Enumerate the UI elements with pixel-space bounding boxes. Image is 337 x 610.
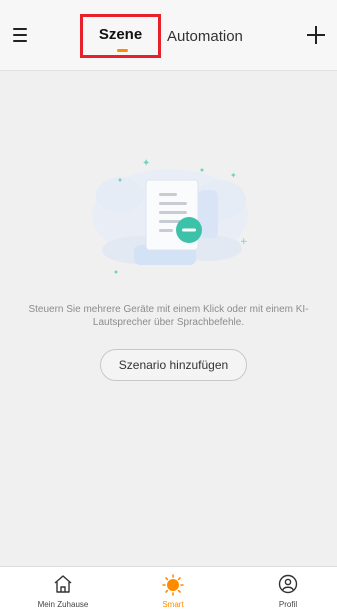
profile-icon [278,574,298,594]
nav-item-home[interactable]: Mein Zuhause [23,567,103,610]
nav-item-smart[interactable]: Smart [133,567,213,610]
top-bar: Szene Automation [0,0,337,71]
nav-label-profile: Profil [278,600,298,609]
add-scenario-button[interactable]: Szenario hinzufügen [100,349,247,381]
nav-item-profile[interactable]: Profil [248,567,328,610]
nav-label-home: Mein Zuhause [37,600,89,609]
svg-text:✦: ✦ [142,158,150,169]
active-tab-indicator [117,49,128,52]
sun-icon [162,574,184,596]
hamburger-menu-icon[interactable] [11,27,31,43]
svg-text:+: + [240,237,248,247]
empty-state-message: Steuern Sie mehrere Geräte mit einem Kli… [28,304,309,328]
plus-icon[interactable] [305,24,327,46]
home-icon [54,575,72,593]
tab-szene[interactable]: Szene [80,26,161,43]
svg-text:✦: ✦ [230,171,237,180]
bottom-navigation: Mein Zuhause Smart Profil [0,566,337,610]
nav-label-smart: Smart [162,600,184,609]
empty-scene-illustration: ✦ ✦ + [80,150,260,280]
tab-automation[interactable]: Automation [167,28,243,45]
app-screen: Szene Automation ✦ ✦ + Steuern Sie mehre… [0,0,337,610]
